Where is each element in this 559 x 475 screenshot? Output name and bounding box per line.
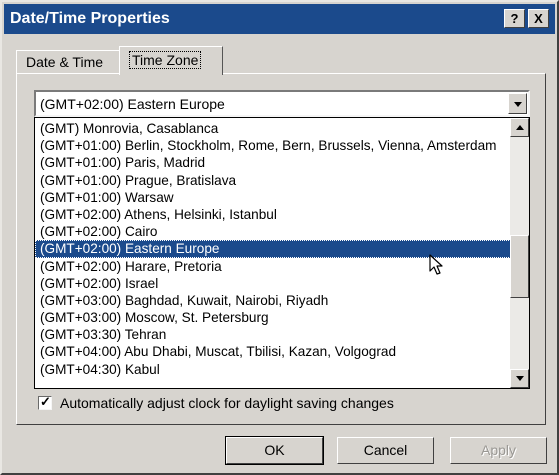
chevron-down-icon [514,102,522,107]
timezone-list-item[interactable]: (GMT+01:00) Berlin, Stockholm, Rome, Ber… [35,137,511,154]
timezone-list-item[interactable]: (GMT+01:00) Paris, Madrid [35,154,511,171]
timezone-list-item[interactable]: (GMT+02:00) Israel [35,275,511,292]
arrow-down-icon [516,376,524,381]
window-title: Date/Time Properties [10,10,170,27]
title-bar[interactable]: Date/Time Properties ? X [4,4,555,34]
timezone-list-item[interactable]: (GMT+01:00) Warsaw [35,189,511,206]
timezone-list-item[interactable]: (GMT+04:30) Kabul [35,361,511,378]
daylight-saving-checkbox[interactable]: ✓ [38,394,52,410]
cancel-button[interactable]: Cancel [337,437,434,464]
timezone-dropdown-list[interactable]: (GMT) Monrovia, Casablanca (GMT+01:00) Be… [34,117,530,389]
daylight-saving-label: Automatically adjust clock for daylight … [60,395,394,411]
tab-time-zone-label: Time Zone [129,51,202,69]
timezone-list-item[interactable]: (GMT+03:00) Baghdad, Kuwait, Nairobi, Ri… [35,292,511,309]
timezone-list-item[interactable]: (GMT+03:00) Moscow, St. Petersburg [35,309,511,326]
scroll-down-button[interactable] [510,369,529,388]
timezone-combobox[interactable]: (GMT+02:00) Eastern Europe [34,90,530,117]
timezone-list-items: (GMT) Monrovia, Casablanca (GMT+01:00) Be… [35,120,511,378]
scroll-up-button[interactable] [510,118,529,137]
close-button[interactable]: X [528,9,549,28]
timezone-list-item[interactable]: (GMT) Monrovia, Casablanca [35,120,511,137]
timezone-selected-value: (GMT+02:00) Eastern Europe [40,96,225,112]
tab-date-time-label: Date & Time [26,54,104,70]
mouse-pointer-icon [429,254,443,275]
checkmark-icon: ✓ [40,394,51,409]
arrow-up-icon [516,125,524,130]
timezone-list-item[interactable]: (GMT+02:00) Cairo [35,223,511,240]
list-scrollbar[interactable] [510,118,529,388]
tab-date-time[interactable]: Date & Time [16,50,120,74]
timezone-list-item[interactable]: (GMT+01:00) Prague, Bratislava [35,172,511,189]
timezone-list-item[interactable]: (GMT+03:30) Tehran [35,326,511,343]
combobox-dropdown-button[interactable] [508,93,527,114]
tab-time-zone[interactable]: Time Zone [119,46,223,75]
apply-button[interactable]: Apply [450,437,547,464]
scrollbar-thumb[interactable] [510,235,529,298]
ok-button[interactable]: OK [225,436,324,465]
timezone-list-item[interactable]: (GMT+02:00) Athens, Helsinki, Istanbul [35,206,511,223]
timezone-list-item[interactable]: (GMT+04:00) Abu Dhabi, Muscat, Tbilisi, … [35,343,511,360]
help-button[interactable]: ? [504,9,525,28]
